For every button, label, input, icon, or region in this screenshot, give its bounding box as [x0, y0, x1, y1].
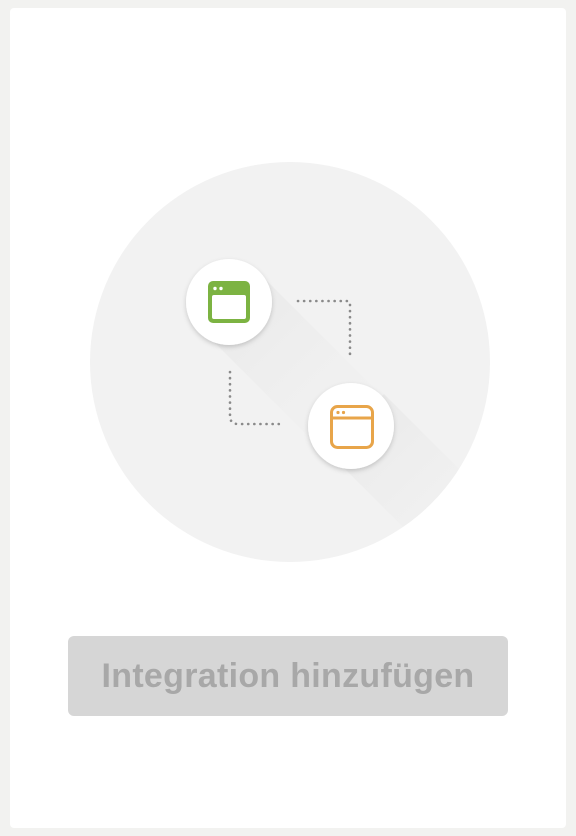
browser-window-icon-green	[208, 281, 250, 323]
target-app-icon	[308, 383, 394, 469]
integration-card: Integration hinzufügen	[10, 8, 566, 828]
integration-illustration	[90, 162, 490, 562]
add-integration-button[interactable]: Integration hinzufügen	[68, 636, 508, 716]
